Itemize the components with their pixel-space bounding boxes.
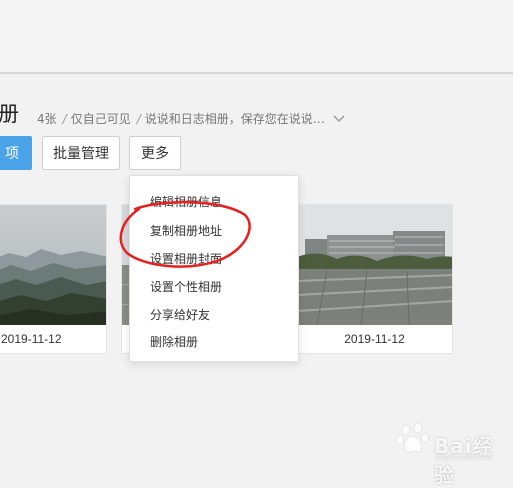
more-button[interactable]: 更多 (129, 136, 181, 170)
menu-item-personalize-album[interactable]: 设置个性相册 (150, 278, 222, 295)
baidu-watermark: Bai经验 jingyan.baidu.com (394, 420, 506, 487)
header-divider (0, 72, 513, 74)
photo-thumbnail[interactable] (0, 205, 106, 325)
menu-item-copy-album-url[interactable]: 复制相册地址 (150, 222, 222, 239)
menu-item-edit-album-info[interactable]: 编辑相册信息 (150, 193, 222, 210)
paw-icon (396, 422, 429, 453)
photo-card[interactable]: 2019-11-12 (296, 204, 453, 354)
visibility-label[interactable]: 仅自己可见 (71, 110, 131, 127)
meta-separator: / (136, 111, 141, 126)
meta-separator: / (62, 111, 67, 126)
menu-item-delete-album[interactable]: 删除相册 (150, 333, 198, 350)
menu-item-share-with-friends[interactable]: 分享给好友 (150, 306, 210, 323)
album-description: 说说和日志相册，保存您在说说… (144, 112, 325, 126)
photo-count: 4张 (37, 112, 57, 126)
photo-date: 2019-11-12 (1, 332, 62, 346)
photo-thumbnail[interactable] (297, 205, 452, 325)
photo-card[interactable]: 2019-11-12 (0, 204, 107, 354)
primary-action-button[interactable]: 项 (0, 136, 32, 170)
watermark-subtext: jingyan.baidu.com (436, 454, 493, 461)
more-dropdown-menu: 编辑相册信息 复制相册地址 设置相册封面 设置个性相册 分享给好友 删除相册 (129, 175, 299, 362)
menu-item-set-album-cover[interactable]: 设置相册封面 (150, 250, 222, 267)
batch-manage-button[interactable]: 批量管理 (42, 136, 120, 170)
album-title: 册 (0, 102, 19, 126)
album-meta: 4张 / 仅自己可见 / 说说和日志相册，保存您在说说… (37, 110, 345, 127)
chevron-down-icon[interactable] (333, 112, 345, 126)
photo-date: 2019-11-12 (344, 332, 405, 346)
header-area (0, 0, 513, 72)
